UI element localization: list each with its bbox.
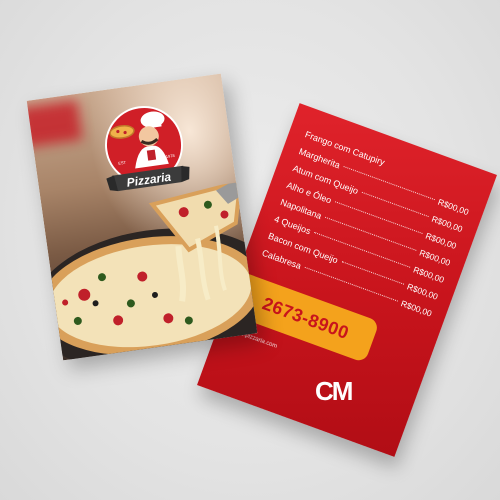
photo-card: Pizzaria EST 1978 (26, 73, 258, 361)
mockup-scene: Frango com Catupiry Margherita R$00,00 A… (0, 0, 500, 500)
phone-number: 2673-8900 (259, 292, 352, 343)
brand-mark-logo: CM (315, 376, 352, 407)
background-blur (26, 99, 83, 148)
pizza-photo (32, 179, 258, 361)
pizzaria-logo: Pizzaria EST 1978 (105, 106, 190, 192)
